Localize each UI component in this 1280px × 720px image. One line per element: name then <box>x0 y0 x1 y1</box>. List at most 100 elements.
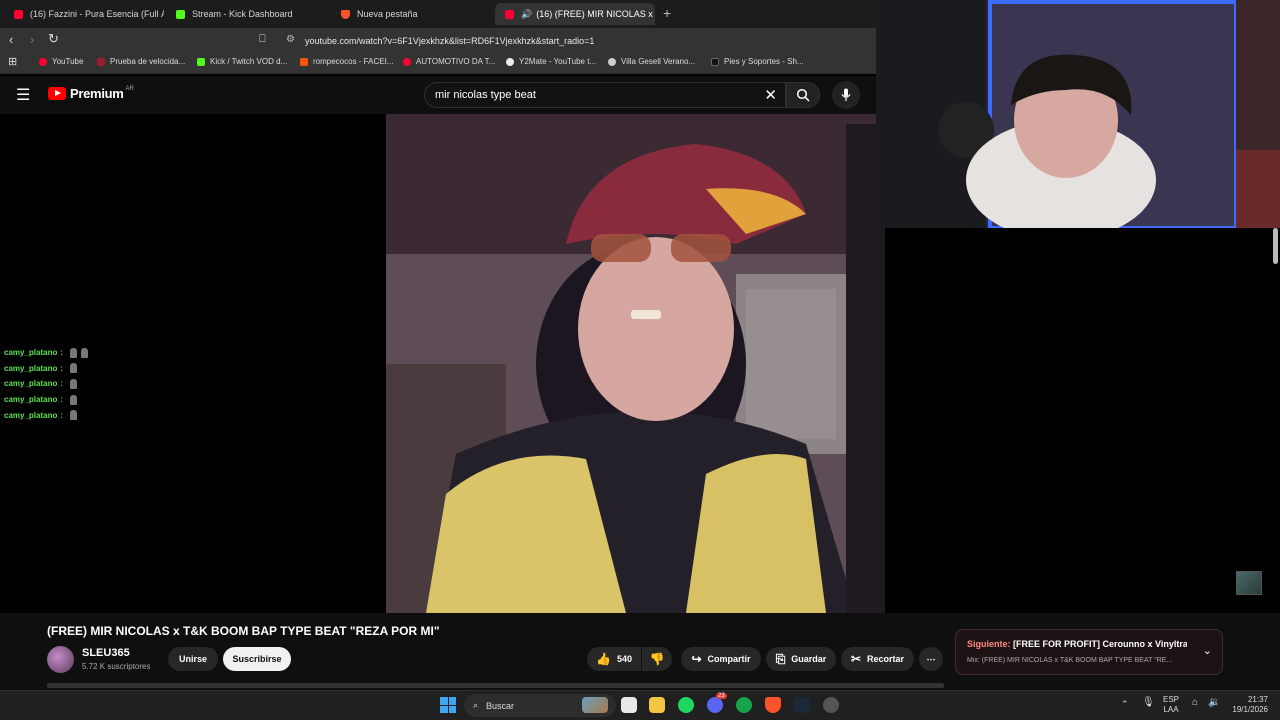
bookmark-label: rompecocos - FACEI... <box>313 57 394 66</box>
bookmark-label: AUTOMOTIVO DA T... <box>416 57 496 66</box>
bookmark-save-icon: ⎘ <box>775 651 786 666</box>
clip-button[interactable]: ✂ Recortar <box>841 647 914 671</box>
youtube-play-icon <box>48 87 66 100</box>
brave-browser-icon[interactable] <box>765 697 781 713</box>
up-next-video-title: [FREE FOR PROFIT] Cerounno x Vinyltrac..… <box>1013 639 1187 649</box>
forward-icon[interactable]: › <box>30 32 34 47</box>
bookmark-automotivo[interactable]: AUTOMOTIVO DA T... <box>403 57 495 66</box>
more-icon: ⋯ <box>926 653 936 664</box>
up-next-subtitle: Mix: (FREE) MIR NICOLAS x T&K BOOM BAP T… <box>967 657 1173 664</box>
youtube-header: ☰ Premium AR mir nicolas type beat ✕ <box>0 76 876 114</box>
network-icon[interactable]: ⌂ <box>1192 698 1198 708</box>
share-button[interactable]: ↪ Compartir <box>681 647 761 671</box>
voice-search-button[interactable] <box>832 81 860 109</box>
microphone-tray-icon[interactable]: 🎙 <box>1142 698 1155 708</box>
steam-icon[interactable] <box>794 697 810 713</box>
search-input[interactable]: mir nicolas type beat ✕ <box>424 82 786 108</box>
taskbar-search-placeholder: Buscar <box>486 700 515 711</box>
bookmark-pies-soportes[interactable]: Pies y Soportes - Sh... <box>711 57 804 66</box>
search-icon: ⌕ <box>473 700 479 710</box>
spotify-icon[interactable] <box>678 697 694 713</box>
save-button[interactable]: ⎘ Guardar <box>766 647 836 671</box>
bookmarks-bar: ⊞ YouTube Prueba de velocida... Kick / T… <box>0 52 876 74</box>
bookmark-y2mate[interactable]: Y2Mate - YouTube t... <box>506 57 596 66</box>
browser-tab-new[interactable]: Nueva pestaña <box>331 3 496 25</box>
speedtest-icon <box>97 57 105 66</box>
language-indicator[interactable]: ESP LAA <box>1163 695 1179 715</box>
webcam-image <box>876 0 1280 228</box>
up-next-title: Siguiente: [FREE FOR PROFIT] Cerounno x … <box>967 639 1187 649</box>
browser-tab-kick[interactable]: Stream - Kick Dashboard <box>166 3 331 25</box>
chat-username: camy_platano <box>4 410 58 420</box>
bookmark-kick-twitch[interactable]: Kick / Twitch VOD d... <box>197 57 287 66</box>
chat-username: camy_platano <box>4 348 58 358</box>
file-explorer-icon[interactable] <box>649 697 665 713</box>
youtube-premium-logo[interactable]: Premium AR <box>48 86 134 101</box>
emote-icon <box>70 378 78 389</box>
bookmark-icon[interactable]: ⎕ <box>259 33 266 46</box>
windows-start-icon[interactable] <box>440 697 456 713</box>
mini-thumbnail[interactable] <box>1236 571 1262 595</box>
keyboard-layout: LAA <box>1163 705 1179 714</box>
bookmark-villa-gesell[interactable]: Villa Gesell Verano... <box>608 57 695 66</box>
video-info-bar: (FREE) MIR NICOLAS x T&K BOOM BAP TYPE B… <box>0 613 1280 690</box>
like-button[interactable]: 👍 540 <box>587 647 641 671</box>
new-tab-button[interactable]: + <box>663 5 671 21</box>
description-scroll-bar <box>47 683 944 688</box>
taskbar-search[interactable]: ⌕ Buscar <box>464 694 616 717</box>
youtube-favicon-icon <box>505 9 514 19</box>
clear-search-icon[interactable]: ✕ <box>764 86 777 104</box>
language-code: ESP <box>1163 695 1180 704</box>
emote-icon <box>81 347 89 358</box>
country-code: AR <box>125 85 134 92</box>
dislike-button[interactable]: 👎 <box>642 647 672 671</box>
bookmark-speedtest[interactable]: Prueba de velocida... <box>97 57 185 66</box>
subscriber-count: 5.72 K suscriptores <box>82 662 151 671</box>
streamer-webcam <box>876 0 1280 228</box>
volume-icon[interactable]: 🔉 <box>1208 698 1220 708</box>
video-player[interactable] <box>386 114 885 613</box>
channel-avatar[interactable] <box>47 646 74 673</box>
up-next-card[interactable]: Siguiente: [FREE FOR PROFIT] Cerounno x … <box>955 629 1223 675</box>
tab-title: Stream - Kick Dashboard <box>192 9 293 19</box>
clock[interactable]: 21:37 19/1/2026 <box>1228 695 1268 715</box>
channel-name[interactable]: SLEU365 <box>82 647 130 659</box>
kick-favicon-icon <box>176 9 185 19</box>
chat-message: camy_platano: <box>4 392 88 408</box>
browser-tab-active-video[interactable]: 🔊 (16) (FREE) MIR NICOLAS x T& ✕ <box>495 3 655 25</box>
reload-icon[interactable]: ↻ <box>48 31 59 47</box>
more-actions-button[interactable]: ⋯ <box>919 647 943 671</box>
apps-grid-icon[interactable]: ⊞ <box>8 55 17 68</box>
search-button[interactable] <box>786 82 820 108</box>
subscribe-button[interactable]: Suscribirse <box>223 647 291 671</box>
task-view-icon[interactable] <box>621 697 637 713</box>
discord-icon[interactable] <box>707 697 723 713</box>
browser-tab-fazzini[interactable]: (16) Fazzini - Pura Esencia (Full Álbum <box>4 3 164 25</box>
browser-tab-bar: (16) Fazzini - Pura Esencia (Full Álbum … <box>0 0 876 28</box>
show-hidden-icons-chevron[interactable]: ⌃ <box>1121 699 1129 709</box>
video-title: (FREE) MIR NICOLAS x T&K BOOM BAP TYPE B… <box>47 624 440 638</box>
bookmark-rompecocos[interactable]: rompecocos - FACEI... <box>300 57 393 66</box>
chat-message: camy_platano: <box>4 345 89 361</box>
site-icon <box>300 57 308 66</box>
shopify-icon <box>711 57 719 66</box>
app-icon-2[interactable] <box>823 697 839 713</box>
back-icon[interactable]: ‹ <box>9 32 13 47</box>
chevron-down-icon[interactable]: ⌄ <box>1203 644 1212 657</box>
bookmark-youtube[interactable]: YouTube <box>39 57 83 66</box>
stream-chat-overlay: camy_platano: camy_platano: camy_platano… <box>4 345 89 423</box>
tab-title: (16) (FREE) MIR NICOLAS x T& <box>536 9 655 19</box>
join-button[interactable]: Unirse <box>168 647 218 671</box>
join-label: Unirse <box>178 654 207 664</box>
bookmark-label: YouTube <box>52 57 84 66</box>
menu-icon[interactable]: ☰ <box>16 85 30 105</box>
address-bar[interactable]: ⚙ youtube.com/watch?v=6F1Vjexkhzk&list=R… <box>280 31 876 50</box>
save-label: Guardar <box>791 654 827 664</box>
page-scrollbar[interactable] <box>1273 228 1278 264</box>
right-panel <box>885 228 1280 613</box>
site-settings-icon[interactable]: ⚙ <box>286 34 295 45</box>
app-icon[interactable] <box>736 697 752 713</box>
youtube-favicon-icon <box>14 9 23 19</box>
video-frame-image <box>386 114 885 613</box>
y2mate-icon <box>506 57 514 66</box>
